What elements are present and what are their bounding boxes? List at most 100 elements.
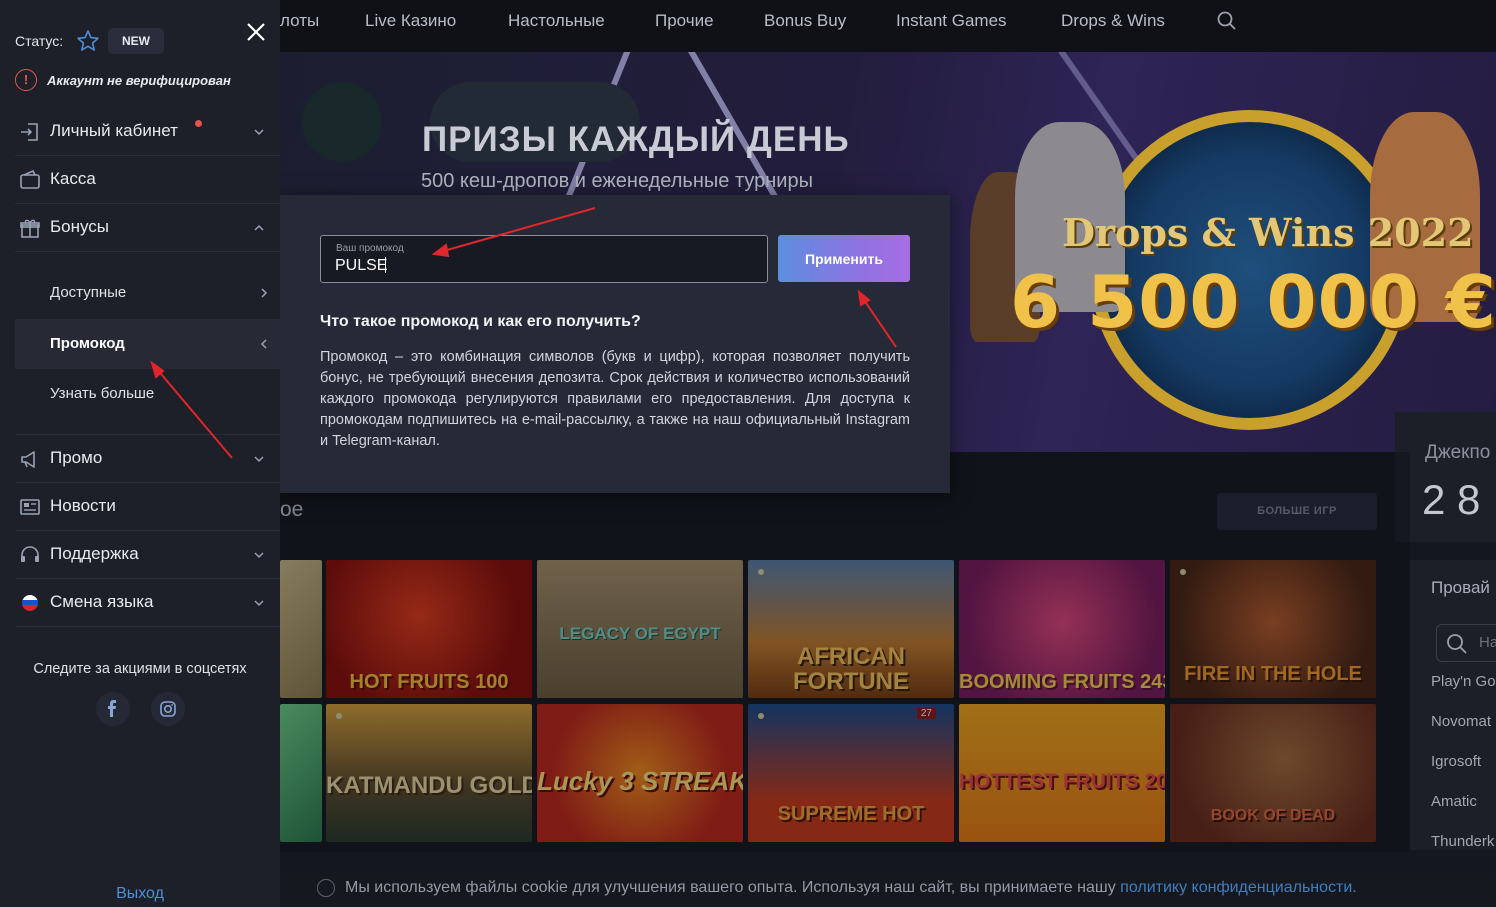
cookie-text: Мы используем файлы cookie для улучшения… (345, 879, 1357, 897)
game-title: SUPREME HOT (777, 803, 925, 825)
game-tile[interactable]: BOOK OF DEAD (1170, 704, 1376, 842)
submenu-learn-more[interactable]: Узнать больше (15, 369, 280, 419)
submenu-label: Промокод (50, 335, 125, 352)
game-tile[interactable]: HOT FRUITS 100 (326, 560, 532, 698)
social-title: Следите за акциями в соцсетях (33, 661, 247, 677)
game-title: BOOMING FRUITS 243 (959, 671, 1165, 693)
star-icon (76, 29, 100, 53)
apply-promo-button[interactable]: Применить (778, 235, 910, 282)
jackpot-label: Джекпо (1425, 442, 1491, 463)
banner-title: Drops & Wins 2022 (1062, 210, 1474, 255)
game-title: AFRICAN FORTUNE (793, 642, 909, 695)
text-caret (385, 257, 386, 273)
nav-table[interactable]: Настольные (508, 11, 605, 31)
status-label: Статус: (15, 33, 64, 49)
provider-item[interactable]: Novomat (1431, 713, 1491, 730)
providers-search-placeholder: На (1479, 634, 1496, 651)
hero-subtitle: 500 кеш-дропов и еженедельные турниры (421, 170, 813, 192)
menu-label: Промо (50, 448, 103, 467)
megaphone-icon (19, 448, 41, 470)
game-tile[interactable]: HOTTEST FRUITS 20 (959, 704, 1165, 842)
game-title: KATMANDU GOLD (326, 772, 532, 799)
submenu-label: Доступные (50, 284, 127, 301)
game-title: Lucky 3 STREAK (537, 766, 743, 796)
nav-slots[interactable]: лоты (280, 11, 319, 31)
game-tile[interactable]: Lucky 3 STREAK (537, 704, 743, 842)
section-title: ое (280, 498, 304, 521)
menu-label: Новости (50, 496, 116, 515)
menu-label: Личный кабинет (50, 121, 178, 140)
logout-link[interactable]: Выход (0, 885, 280, 903)
jackpot-value: 2 8 (1422, 476, 1481, 523)
close-icon[interactable] (244, 20, 268, 44)
chevron-left-icon (259, 338, 269, 350)
menu-label: Смена языка (50, 592, 154, 611)
game-tile-partial[interactable] (280, 560, 322, 698)
game-tile[interactable]: AFRICAN FORTUNE (748, 560, 954, 698)
game-title: BOOK OF DEAD (1210, 807, 1336, 824)
instagram-icon[interactable] (151, 692, 185, 726)
provider-item[interactable]: Amatic (1431, 793, 1477, 810)
headset-icon (19, 544, 41, 566)
game-tile[interactable]: 27 SUPREME HOT (748, 704, 954, 842)
promo-description: Промокод – это комбинация символов (букв… (320, 349, 910, 449)
search-icon[interactable] (1216, 10, 1238, 32)
submenu-label: Узнать больше (50, 385, 155, 402)
menu-bonuses[interactable]: Бонусы (15, 204, 280, 252)
menu-account[interactable]: Личный кабинет (15, 108, 280, 156)
hero-title: ПРИЗЫ КАЖДЫЙ ДЕНЬ (422, 120, 850, 159)
nav-live-casino[interactable]: Live Казино (365, 11, 456, 31)
game-title: HOT FRUITS 100 (349, 671, 509, 693)
game-title: HOTTEST FRUITS 20 (959, 770, 1165, 793)
game-tile[interactable]: LEGACY OF EGYPT (537, 560, 743, 698)
menu-cashier[interactable]: Касса (15, 156, 280, 204)
game-tile[interactable]: BOOMING FRUITS 243 (959, 560, 1165, 698)
menu-news[interactable]: Новости (15, 483, 280, 531)
cookie-icon (317, 879, 335, 897)
facebook-icon[interactable] (96, 692, 130, 726)
promo-code-input[interactable] (335, 255, 735, 277)
submenu-promocode[interactable]: Промокод (15, 319, 280, 369)
warning-icon: ! (15, 69, 37, 91)
privacy-policy-link[interactable]: политику конфиденциальности. (1120, 879, 1357, 896)
nav-drops-wins[interactable]: Drops & Wins (1061, 11, 1165, 31)
game-tile-partial[interactable] (280, 704, 322, 842)
russia-flag-icon (19, 592, 41, 614)
more-games-button[interactable]: БОЛЬШЕ ИГР (1217, 493, 1377, 530)
sidebar: Статус: NEW ! Аккаунт не верифицирован Л… (0, 0, 280, 907)
status-dot (758, 713, 764, 719)
status-dot (1180, 569, 1186, 575)
nav-other[interactable]: Прочие (655, 11, 714, 31)
cookie-text-body: Мы используем файлы cookie для улучшения… (345, 879, 1121, 896)
nav-bonus-buy[interactable]: Bonus Buy (764, 11, 846, 31)
menu-label: Касса (50, 169, 96, 188)
provider-item[interactable]: Play'n Go (1431, 673, 1496, 690)
notification-dot (195, 120, 202, 127)
chevron-right-icon (259, 287, 269, 299)
menu-label: Поддержка (50, 544, 139, 563)
promo-code-field[interactable]: Ваш промокод (320, 235, 768, 283)
provider-item[interactable]: Thunderk (1431, 833, 1494, 850)
chevron-up-icon (253, 222, 265, 234)
menu-language[interactable]: Смена языка (15, 579, 280, 627)
menu-label: Бонусы (50, 217, 110, 236)
gift-icon (19, 217, 41, 239)
providers-panel: Провай На Play'n Go Novomat Igrosoft Ama… (1410, 560, 1496, 850)
status-dot (336, 713, 342, 719)
status-dot (758, 569, 764, 575)
providers-search-input[interactable]: На (1436, 624, 1496, 662)
jackpot-panel: Джекпо 2 8 (1395, 412, 1496, 542)
game-tile[interactable]: KATMANDU GOLD (326, 704, 532, 842)
game-tile[interactable]: FIRE IN THE HOLE (1170, 560, 1376, 698)
verification-warning[interactable]: Аккаунт не верифицирован (47, 73, 231, 88)
game-title: FIRE IN THE HOLE (1184, 663, 1362, 685)
submenu-available[interactable]: Доступные (15, 268, 280, 318)
decor-circle (302, 82, 382, 162)
menu-promo[interactable]: Промо (15, 435, 280, 483)
menu-support[interactable]: Поддержка (15, 531, 280, 579)
providers-title: Провай (1431, 578, 1490, 597)
nav-instant-games[interactable]: Instant Games (896, 11, 1007, 31)
chevron-down-icon (253, 126, 265, 138)
status-badge: NEW (108, 28, 164, 54)
provider-item[interactable]: Igrosoft (1431, 753, 1481, 770)
